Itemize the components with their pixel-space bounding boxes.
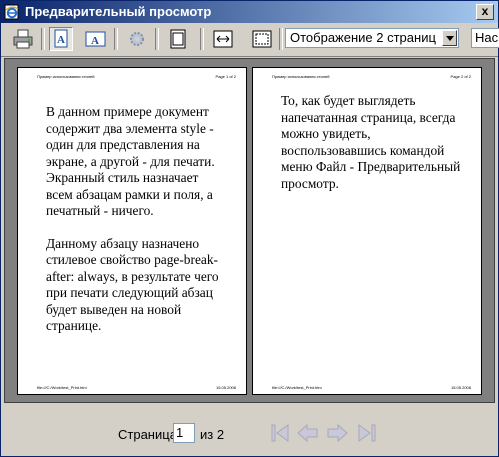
title-bar[interactable]: Предварительный просмотр x	[1, 1, 498, 23]
preview-page-2: Пример использования стилей Page 2 of 2 …	[252, 67, 482, 395]
chevron-down-icon[interactable]	[442, 30, 457, 46]
page-body: То, как будет выглядеть напечатанная стр…	[281, 93, 466, 208]
toolbar-separator	[114, 28, 118, 50]
page-paragraph: То, как будет выглядеть напечатанная стр…	[281, 93, 461, 191]
printer-icon	[13, 29, 33, 49]
page-number-input[interactable]: 1	[173, 423, 195, 443]
next-page-icon[interactable]	[325, 421, 349, 445]
toolbar-separator	[41, 28, 45, 50]
page-footer-left: file:///C:/Work/test_Print.htm	[272, 385, 322, 390]
portrait-button[interactable]: A	[49, 27, 73, 51]
landscape-button[interactable]: A	[84, 27, 108, 51]
close-button[interactable]: x	[476, 4, 494, 20]
page-total: из 2	[200, 427, 225, 442]
page-header-left: Пример использования стилей	[37, 74, 95, 79]
print-preview-window: Предварительный просмотр x A A Отображен…	[0, 0, 499, 457]
page-width-button[interactable]	[211, 27, 235, 51]
page-paragraph: Данному абзацу назначено стилевое свойст…	[46, 235, 219, 334]
page-header-right: Page 2 of 2	[450, 74, 471, 79]
page-footer-right: 15.05.2008	[215, 385, 236, 390]
print-button[interactable]	[11, 27, 35, 51]
page-label: Страница	[118, 427, 177, 442]
internet-explorer-icon	[4, 4, 19, 20]
page-footer-right: 15.05.2008	[450, 385, 471, 390]
preview-area[interactable]: Пример использования стилей Page 1 of 2 …	[4, 58, 495, 403]
page-width-icon	[213, 30, 233, 48]
view-mode-value: Отображение 2 страниц	[290, 30, 436, 45]
page-header-left: Пример использования стилей	[272, 74, 330, 79]
full-page-button[interactable]	[166, 27, 190, 51]
page-footer-left: file:///C:/Work/test_Print.htm	[37, 385, 87, 390]
svg-text:A: A	[91, 35, 99, 47]
page-header-right: Page 1 of 2	[215, 74, 236, 79]
whole-page-button[interactable]	[250, 27, 274, 51]
landscape-page-icon: A	[85, 31, 106, 47]
svg-text:A: A	[57, 34, 65, 46]
preview-page-1: Пример использования стилей Page 1 of 2 …	[17, 67, 247, 395]
last-page-icon[interactable]	[354, 421, 378, 445]
pager-bar: Страница 1 из 2	[1, 404, 498, 456]
full-page-icon	[170, 29, 186, 49]
view-mode-select[interactable]: Отображение 2 страниц	[285, 28, 459, 48]
toolbar-separator	[279, 28, 283, 50]
page-body: В данном примере документ содержит два э…	[46, 104, 226, 351]
zoom-select[interactable]: Нас	[471, 28, 499, 48]
whole-page-icon	[252, 30, 272, 48]
first-page-icon[interactable]	[269, 421, 293, 445]
page-paragraph: В данном примере документ содержит два э…	[46, 104, 215, 218]
toolbar-separator	[200, 28, 204, 50]
window-title: Предварительный просмотр	[25, 4, 212, 19]
gear-icon	[130, 32, 144, 46]
zoom-value: Нас	[475, 30, 499, 45]
toolbar-separator	[155, 28, 159, 50]
page-setup-button[interactable]	[125, 27, 149, 51]
portrait-page-icon: A	[54, 29, 68, 48]
previous-page-icon[interactable]	[296, 421, 320, 445]
